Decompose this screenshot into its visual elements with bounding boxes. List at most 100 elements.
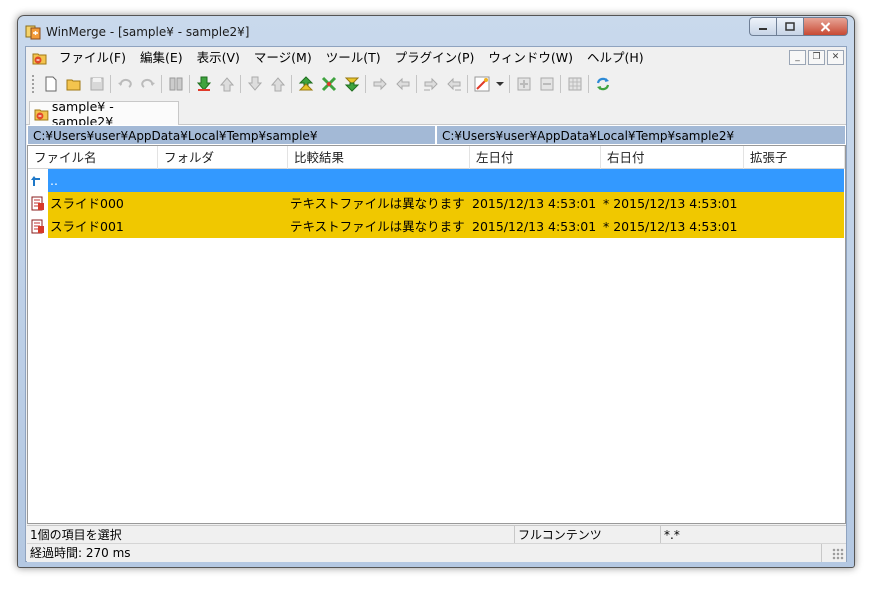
toolbar-grip[interactable] — [32, 75, 35, 93]
last-difference-button[interactable] — [243, 73, 266, 95]
copy-to-right-button[interactable] — [294, 73, 317, 95]
menu-window[interactable]: ウィンドウ(W) — [481, 47, 580, 69]
text-file-diff-icon — [31, 219, 44, 234]
options-button[interactable] — [164, 73, 187, 95]
tab-sample-compare[interactable]: sample¥ - sample2¥ — [29, 99, 179, 129]
column-header-left-date[interactable]: 左日付 — [470, 146, 601, 169]
column-header-folder[interactable]: フォルダ — [158, 146, 288, 169]
toolbar-separator — [189, 75, 190, 93]
redo-icon — [140, 78, 155, 88]
arrow-right-icon — [373, 77, 387, 91]
wand-icon — [474, 76, 489, 92]
copy-left-advance-button[interactable] — [442, 73, 465, 95]
app-window: WinMerge - [sample¥ - sample2¥] ファイル(F) … — [17, 15, 855, 568]
copy-right-button[interactable] — [368, 73, 391, 95]
status-filter[interactable]: *.* — [661, 526, 846, 544]
new-document-icon — [45, 76, 56, 92]
maximize-button[interactable] — [776, 17, 803, 36]
undo-icon — [117, 78, 132, 88]
menu-file[interactable]: ファイル(F) — [52, 47, 133, 69]
status-bar-secondary: 経過時間: 270 ms — [27, 543, 846, 562]
prev-difference-button[interactable] — [215, 73, 238, 95]
caption-buttons — [749, 17, 848, 36]
minimize-button[interactable] — [749, 17, 776, 36]
column-header-result[interactable]: 比較結果 — [288, 146, 470, 169]
table-row[interactable]: スライド001 テキストファイルは異なります 2015/12/13 4:53:0… — [28, 215, 845, 238]
refresh-icon — [596, 77, 609, 91]
copy-left-button[interactable] — [391, 73, 414, 95]
tools-dropdown-button[interactable] — [493, 73, 507, 95]
menu-merge[interactable]: マージ(M) — [247, 47, 319, 69]
path-bar: C:¥Users¥user¥AppData¥Local¥Temp¥sample¥… — [27, 125, 846, 145]
minimize-icon — [759, 27, 767, 30]
copy-all-button[interactable] — [340, 73, 363, 95]
first-difference-button[interactable] — [266, 73, 289, 95]
grid-button[interactable] — [563, 73, 586, 95]
tools-button[interactable] — [470, 73, 493, 95]
list-header: ファイル名 フォルダ 比較結果 左日付 右日付 拡張子 — [28, 146, 845, 169]
toolbar-separator — [161, 75, 162, 93]
save-icon — [90, 77, 103, 91]
next-difference-button[interactable] — [192, 73, 215, 95]
close-icon — [820, 21, 831, 32]
column-header-filename[interactable]: ファイル名 — [28, 146, 158, 169]
last-diff-arrow-icon — [247, 76, 262, 91]
mdi-minimize-button[interactable]: _ — [789, 50, 806, 65]
cell-filename: スライド000 — [50, 196, 124, 211]
open-button[interactable] — [62, 73, 85, 95]
toolbar-separator — [110, 75, 111, 93]
arrows-down-icon — [344, 77, 359, 92]
title-bar[interactable]: WinMerge - [sample¥ - sample2¥] — [18, 16, 854, 46]
arrow-right-advance-icon — [423, 77, 438, 91]
left-path[interactable]: C:¥Users¥user¥AppData¥Local¥Temp¥sample¥ — [27, 125, 436, 145]
status-compare-method: フルコンテンツ — [515, 526, 661, 544]
cell-right-date: * 2015/12/13 4:53:01 — [603, 196, 738, 211]
row-icon — [28, 192, 48, 215]
new-button[interactable] — [39, 73, 62, 95]
menu-edit[interactable]: 編集(E) — [133, 47, 190, 69]
menu-tools[interactable]: ツール(T) — [319, 47, 388, 69]
expand-button[interactable] — [512, 73, 535, 95]
document-tab-bar: sample¥ - sample2¥ — [26, 99, 846, 129]
mdi-close-button[interactable]: ✕ — [827, 50, 844, 65]
columns-icon — [169, 77, 182, 91]
toolbar-separator — [365, 75, 366, 93]
refresh-button[interactable] — [591, 73, 614, 95]
column-header-extension[interactable]: 拡張子 — [744, 146, 845, 169]
toolbar-separator — [467, 75, 468, 93]
mdi-restore-button[interactable]: ❐ — [808, 50, 825, 65]
column-header-right-date[interactable]: 右日付 — [601, 146, 744, 169]
text-file-diff-icon — [31, 196, 44, 211]
toolbar — [26, 70, 846, 98]
redo-button[interactable] — [136, 73, 159, 95]
table-row[interactable]: スライド000 テキストファイルは異なります 2015/12/13 4:53:0… — [28, 192, 845, 215]
menu-help[interactable]: ヘルプ(H) — [580, 47, 651, 69]
menu-bar: ファイル(F) 編集(E) 表示(V) マージ(M) ツール(T) プラグイン(… — [26, 47, 846, 69]
toolbar-separator — [291, 75, 292, 93]
arrow-left-icon — [395, 77, 409, 91]
expand-icon — [517, 77, 530, 91]
table-row[interactable]: .. — [28, 169, 845, 192]
toolbar-separator — [509, 75, 510, 93]
up-folder-icon — [31, 175, 40, 186]
collapse-button[interactable] — [535, 73, 558, 95]
cell-filename: .. — [50, 173, 58, 188]
folder-compare-icon — [34, 109, 49, 121]
close-button[interactable] — [803, 17, 848, 36]
undo-button[interactable] — [113, 73, 136, 95]
resize-grip[interactable] — [832, 548, 844, 560]
cell-result: テキストファイルは異なります — [290, 196, 465, 211]
menu-view[interactable]: 表示(V) — [190, 47, 247, 69]
document-folder-icon[interactable] — [32, 50, 48, 66]
prev-diff-arrow-icon — [219, 77, 234, 92]
chevron-down-icon — [496, 82, 504, 86]
copy-right-advance-button[interactable] — [419, 73, 442, 95]
copy-to-left-button[interactable] — [317, 73, 340, 95]
cell-result: テキストファイルは異なります — [290, 219, 465, 234]
right-path[interactable]: C:¥Users¥user¥AppData¥Local¥Temp¥sample2… — [436, 125, 846, 145]
mdi-buttons: _ ❐ ✕ — [789, 50, 844, 65]
toolbar-separator — [588, 75, 589, 93]
menu-plugins[interactable]: プラグイン(P) — [388, 47, 482, 69]
save-button[interactable] — [85, 73, 108, 95]
compare-list: ファイル名 フォルダ 比較結果 左日付 右日付 拡張子 .. スライド000 テ… — [27, 145, 846, 524]
